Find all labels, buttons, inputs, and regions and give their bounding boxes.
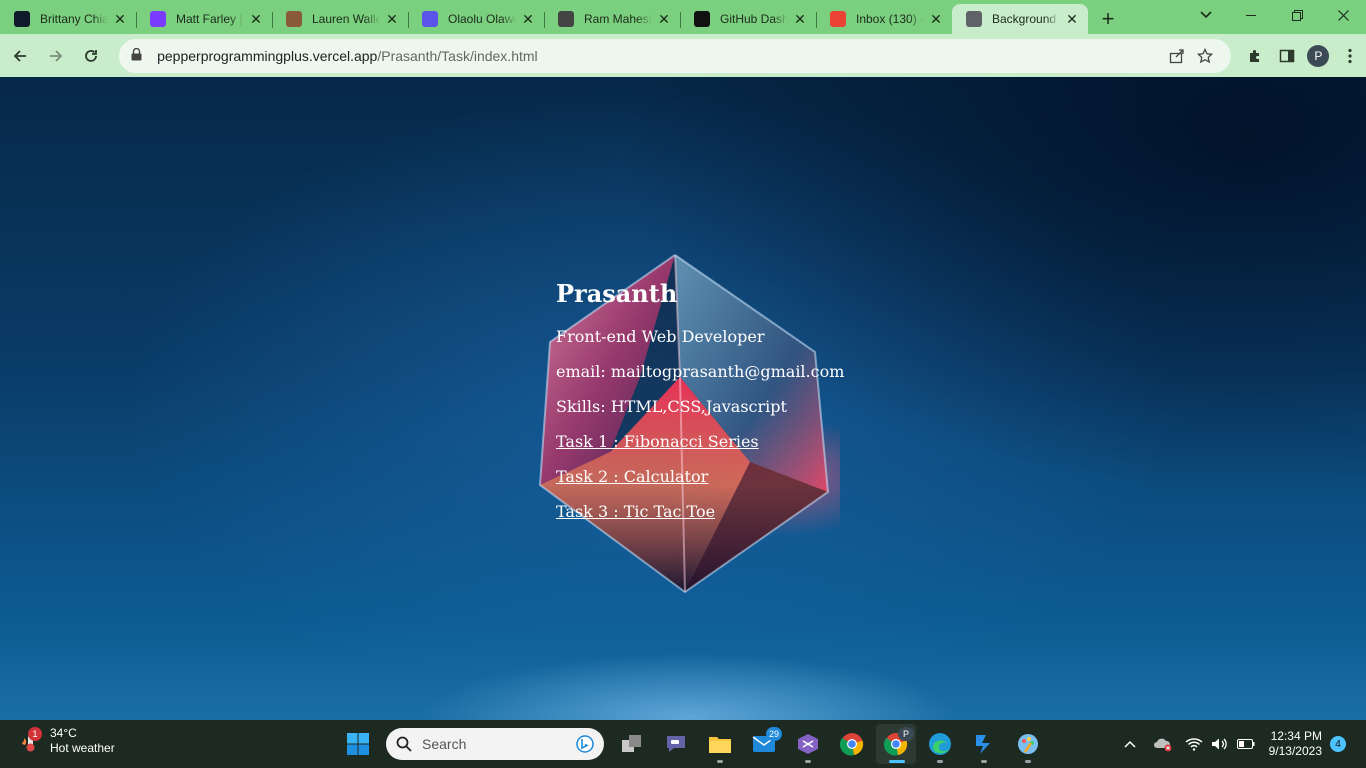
teams-chat-icon[interactable] [656, 724, 696, 764]
bing-icon [576, 735, 594, 753]
restore-button[interactable] [1274, 0, 1320, 30]
globe-icon [966, 11, 982, 27]
windows-taskbar: 1 34°C Hot weather Search 29 P 12:34 PM … [0, 720, 1366, 768]
paint-app-icon[interactable] [1008, 724, 1048, 764]
clock-time: 12:34 PM [1270, 729, 1322, 743]
weather-description: Hot weather [50, 741, 115, 755]
close-window-button[interactable] [1320, 0, 1366, 30]
brittany-b-icon [14, 11, 30, 27]
tab-title: Ram Maheshwari [584, 12, 652, 26]
browser-tab[interactable]: Matt Farley | Full ✕ [136, 4, 272, 34]
reload-button[interactable] [75, 40, 107, 72]
edge-icon[interactable] [920, 724, 960, 764]
close-tab-icon[interactable]: ✕ [656, 11, 672, 27]
chrome-profile-badge: P [898, 727, 914, 741]
notification-count-badge[interactable]: 4 [1330, 736, 1346, 752]
battery-icon[interactable] [1234, 732, 1258, 756]
window-controls [1228, 0, 1366, 30]
browser-tab[interactable]: Brittany Chiang ✕ [0, 4, 136, 34]
url-host: pepperprogrammingplus.vercel.app [157, 47, 378, 64]
tab-title: Lauren Waller [312, 12, 380, 26]
file-explorer-icon[interactable] [700, 724, 740, 764]
back-button[interactable] [4, 40, 36, 72]
github-icon [694, 11, 710, 27]
taskbar-search-box[interactable]: Search [386, 728, 604, 760]
task-view-icon[interactable] [612, 724, 652, 764]
browser-tab[interactable]: Olaolu Olawuyi ✕ [408, 4, 544, 34]
wifi-icon[interactable] [1182, 732, 1206, 756]
weather-widget[interactable]: 1 34°C Hot weather [18, 726, 115, 756]
tab-strip: Brittany Chiang✕Matt Farley | Full✕Laure… [0, 0, 1366, 34]
tab-search-chevron-icon[interactable] [1194, 4, 1218, 26]
profile-skills: Skills: HTML,CSS,Javascript [556, 397, 787, 416]
thermometer-icon: 1 [18, 727, 42, 753]
tab-title: Inbox (130) - [856, 12, 924, 26]
lauren-avatar-icon [286, 11, 302, 27]
ram-avatar-icon [558, 11, 574, 27]
azure-data-studio-icon[interactable] [964, 724, 1004, 764]
browser-toolbar: pepperprogrammingplus.vercel.app/Prasant… [0, 34, 1366, 77]
chrome-profile-icon[interactable]: P [876, 724, 916, 764]
system-clock[interactable]: 12:34 PM 9/13/2023 [1269, 729, 1322, 759]
browser-tab[interactable]: Ram Maheshwari ✕ [544, 4, 680, 34]
browser-tab[interactable]: Background Im ✕ [952, 4, 1088, 34]
close-tab-icon[interactable]: ✕ [248, 11, 264, 27]
profile-card: Prasanth Front-end Web Developer email: … [556, 277, 844, 537]
url-path: /Prasanth/Task/index.html [377, 47, 538, 64]
close-tab-icon[interactable]: ✕ [384, 11, 400, 27]
browser-tab[interactable]: Lauren Waller ✕ [272, 4, 408, 34]
browser-tab[interactable]: GitHub Dashboard ✕ [680, 4, 816, 34]
show-hidden-icons-chevron-icon[interactable] [1118, 732, 1142, 756]
close-tab-icon[interactable]: ✕ [792, 11, 808, 27]
search-placeholder: Search [422, 736, 467, 752]
tab-title: Matt Farley | Full [176, 12, 244, 26]
task-1-link[interactable]: Task 1 : Fibonacci Series [556, 432, 844, 451]
chrome-menu-kebab-icon[interactable] [1334, 40, 1366, 72]
task-3-link[interactable]: Task 3 : Tic Tac Toe [556, 502, 844, 521]
matt-farley-icon [150, 11, 166, 27]
mail-icon[interactable]: 29 [744, 724, 784, 764]
tab-title: Brittany Chiang [40, 12, 108, 26]
share-icon[interactable] [1163, 42, 1191, 70]
task-2-link[interactable]: Task 2 : Calculator [556, 467, 844, 486]
clock-date: 9/13/2023 [1268, 744, 1322, 758]
weather-alert-badge: 1 [28, 727, 42, 741]
tab-title: Background Im [992, 12, 1060, 26]
weather-temperature: 34°C [50, 726, 77, 740]
close-tab-icon[interactable]: ✕ [928, 11, 944, 27]
tab-title: Olaolu Olawuyi [448, 12, 516, 26]
profile-email: email: mailtogprasanth@gmail.com [556, 362, 845, 381]
side-panel-icon[interactable] [1271, 40, 1303, 72]
lock-icon[interactable] [131, 47, 145, 64]
location-pin-icon [422, 11, 438, 27]
profile-name-heading: Prasanth [556, 279, 678, 308]
mail-unread-badge: 29 [765, 727, 782, 741]
chrome-icon[interactable] [832, 724, 872, 764]
page-viewport: Prasanth Front-end Web Developer email: … [0, 77, 1366, 720]
close-tab-icon[interactable]: ✕ [520, 11, 536, 27]
close-tab-icon[interactable]: ✕ [112, 11, 128, 27]
system-tray: 12:34 PM 9/13/2023 4 [1117, 720, 1366, 768]
search-icon [396, 736, 412, 752]
taskbar-apps: Search 29 P [336, 724, 1050, 764]
visual-studio-icon[interactable] [788, 724, 828, 764]
onedrive-error-icon[interactable] [1151, 732, 1175, 756]
forward-button[interactable] [40, 40, 72, 72]
close-tab-icon[interactable]: ✕ [1064, 11, 1080, 27]
new-tab-button[interactable]: + [1088, 4, 1128, 34]
minimize-button[interactable] [1228, 0, 1274, 30]
tab-title: GitHub Dashboard [720, 12, 788, 26]
address-bar[interactable]: pepperprogrammingplus.vercel.app/Prasant… [119, 38, 1232, 73]
volume-icon[interactable] [1208, 732, 1232, 756]
bookmark-star-icon[interactable] [1191, 42, 1219, 70]
url-text[interactable]: pepperprogrammingplus.vercel.app/Prasant… [157, 48, 1163, 64]
gmail-icon [830, 11, 846, 27]
profile-avatar: P [1307, 44, 1330, 67]
windows-start-icon[interactable] [338, 724, 378, 764]
profile-role: Front-end Web Developer [556, 327, 765, 346]
tab-list: Brittany Chiang✕Matt Farley | Full✕Laure… [0, 4, 1088, 34]
extensions-puzzle-icon[interactable] [1239, 40, 1271, 72]
profile-button[interactable]: P [1303, 40, 1335, 72]
browser-tab[interactable]: Inbox (130) - ✕ [816, 4, 952, 34]
